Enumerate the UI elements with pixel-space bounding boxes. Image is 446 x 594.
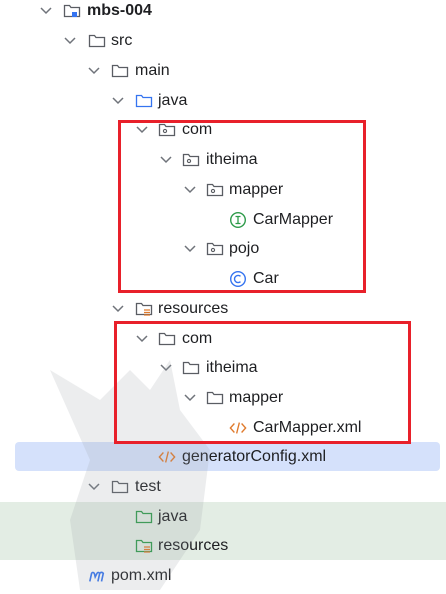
project-tree: mbs-004 src main java com itheima mapper… <box>0 0 446 594</box>
chevron-down-icon[interactable] <box>182 241 198 257</box>
tree-item-label: generatorConfig.xml <box>182 447 327 465</box>
tree-item-label: Car <box>253 269 279 287</box>
tree-row-test-java[interactable]: java <box>0 502 446 531</box>
tree-row-res-itheima[interactable]: itheima <box>0 353 446 382</box>
tree-row-res-com[interactable]: com <box>0 324 446 353</box>
tree-item-label: java <box>158 91 188 109</box>
chevron-down-icon[interactable] <box>134 122 150 138</box>
folder-icon <box>206 389 224 407</box>
test-source-folder-icon <box>135 508 153 526</box>
chevron-down-icon[interactable] <box>86 479 102 495</box>
tree-item-label: itheima <box>206 358 258 376</box>
source-root-folder-icon <box>135 92 153 110</box>
tree-item-label: pojo <box>229 239 260 257</box>
folder-icon <box>111 62 129 80</box>
tree-item-label: itheima <box>206 150 258 168</box>
maven-icon <box>88 567 106 585</box>
chevron-down-icon[interactable] <box>62 33 78 49</box>
tree-row-com[interactable]: com <box>0 115 446 144</box>
xml-file-icon <box>158 448 176 466</box>
tree-item-label: src <box>111 31 133 49</box>
class-icon <box>229 270 247 288</box>
tree-item-label: main <box>135 61 170 79</box>
tree-row-pojo[interactable]: pojo <box>0 234 446 263</box>
tree-item-label: com <box>182 329 213 347</box>
tree-item-label: CarMapper.xml <box>253 418 362 436</box>
package-icon <box>206 181 224 199</box>
tree-row-carmapper-xml[interactable]: CarMapper.xml <box>0 413 446 442</box>
folder-icon <box>88 32 106 50</box>
tree-row-mapper[interactable]: mapper <box>0 175 446 204</box>
chevron-down-icon[interactable] <box>182 182 198 198</box>
tree-row-java[interactable]: java <box>0 86 446 115</box>
chevron-down-icon[interactable] <box>110 93 126 109</box>
tree-row-src[interactable]: src <box>0 26 446 55</box>
tree-row-test-resources[interactable]: resources <box>0 531 446 560</box>
tree-row-res-mapper[interactable]: mapper <box>0 383 446 412</box>
tree-item-label: mapper <box>229 180 284 198</box>
chevron-down-icon[interactable] <box>38 3 54 19</box>
tree-row-test[interactable]: test <box>0 472 446 501</box>
folder-icon <box>182 359 200 377</box>
tree-item-label: resources <box>158 536 229 554</box>
tree-item-label: CarMapper <box>253 210 334 228</box>
chevron-down-icon[interactable] <box>158 152 174 168</box>
chevron-down-icon[interactable] <box>134 331 150 347</box>
tree-item-label: mbs-004 <box>87 1 152 19</box>
tree-row-generatorconfig-xml[interactable]: generatorConfig.xml <box>15 442 440 471</box>
interface-icon <box>229 211 247 229</box>
tree-row-carmapper[interactable]: CarMapper <box>0 205 446 234</box>
resources-folder-icon <box>135 300 153 318</box>
xml-file-icon <box>229 419 247 437</box>
tree-row-itheima[interactable]: itheima <box>0 145 446 174</box>
tree-item-label: pom.xml <box>111 566 172 584</box>
tree-item-label: java <box>158 507 188 525</box>
tree-item-label: resources <box>158 299 229 317</box>
tree-item-label: com <box>182 120 213 138</box>
chevron-down-icon[interactable] <box>86 63 102 79</box>
test-resources-folder-icon <box>135 537 153 555</box>
chevron-down-icon[interactable] <box>182 390 198 406</box>
chevron-down-icon[interactable] <box>158 360 174 376</box>
package-icon <box>206 240 224 258</box>
tree-row-car[interactable]: Car <box>0 264 446 293</box>
tree-row-pom-xml[interactable]: pom.xml <box>0 561 446 590</box>
chevron-down-icon[interactable] <box>110 301 126 317</box>
folder-icon <box>111 478 129 496</box>
tree-item-label: mapper <box>229 388 284 406</box>
folder-icon <box>158 330 176 348</box>
tree-row-mbs-004[interactable]: mbs-004 <box>0 0 446 25</box>
tree-item-label: test <box>135 477 161 495</box>
module-folder-icon <box>63 2 81 20</box>
package-icon <box>158 121 176 139</box>
tree-row-resources[interactable]: resources <box>0 294 446 323</box>
package-icon <box>182 151 200 169</box>
tree-row-main[interactable]: main <box>0 56 446 85</box>
